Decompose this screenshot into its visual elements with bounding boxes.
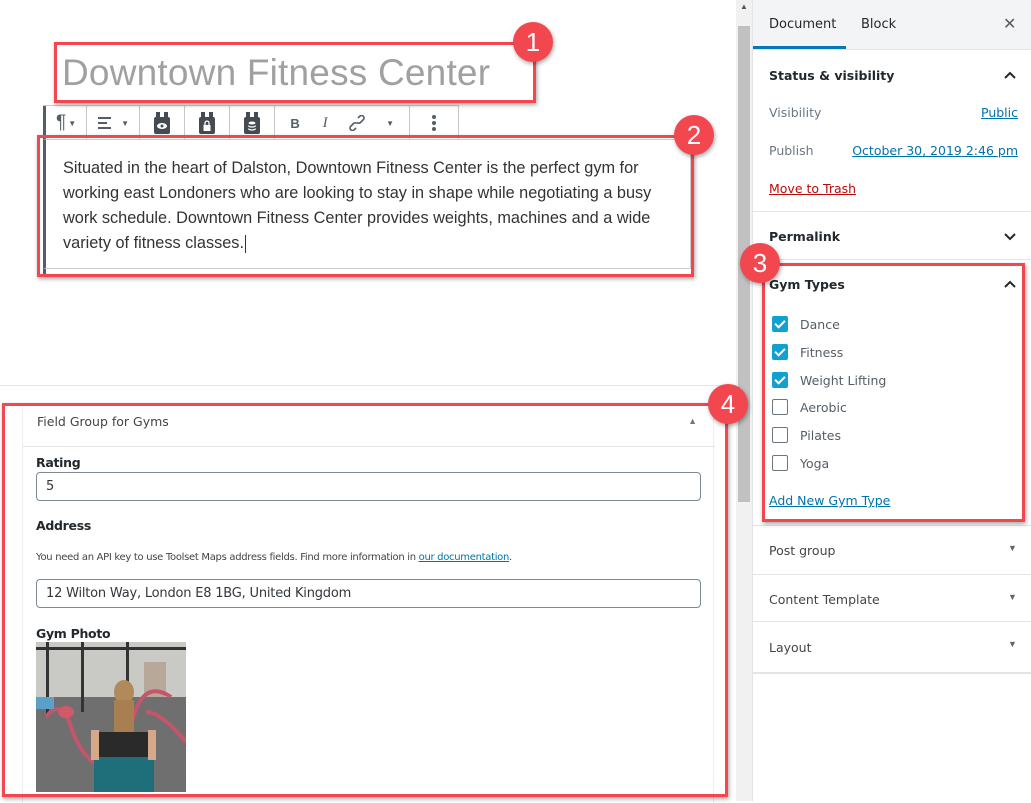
- caret-down-icon: ▼: [386, 118, 395, 128]
- visibility-label: Visibility: [769, 105, 822, 120]
- more-options-button[interactable]: [424, 109, 444, 137]
- caret-down-icon: ▼: [121, 118, 130, 128]
- chevron-down-icon[interactable]: [1003, 229, 1017, 243]
- toolset-database-icon: [243, 112, 261, 134]
- italic-button[interactable]: I: [315, 109, 335, 137]
- publish-date-link[interactable]: October 30, 2019 2:46 pm: [852, 143, 1018, 158]
- toolset-eye-icon: [153, 112, 171, 134]
- tab-block[interactable]: Block: [861, 17, 896, 32]
- annotation-box-3: [762, 263, 1025, 522]
- chevron-up-icon[interactable]: [1003, 68, 1017, 82]
- panel-status-visibility: Status & visibility Visibility Public Pu…: [753, 50, 1031, 212]
- more-formatting-button[interactable]: ▼: [379, 109, 399, 137]
- panel-permalink[interactable]: Permalink: [753, 212, 1031, 260]
- editor-divider: [0, 385, 736, 386]
- caret-down-icon: ▼: [68, 118, 77, 128]
- annotation-badge-2: 2: [674, 115, 714, 155]
- visibility-link[interactable]: Public: [981, 105, 1018, 120]
- layout-title[interactable]: Layout: [769, 640, 812, 655]
- paragraph-type-button[interactable]: ¶ ▼: [52, 109, 80, 137]
- annotation-badge-4: 4: [708, 384, 748, 424]
- tab-document[interactable]: Document: [769, 17, 836, 32]
- close-icon[interactable]: ✕: [1003, 14, 1016, 34]
- status-visibility-title[interactable]: Status & visibility: [769, 68, 894, 83]
- annotation-badge-3: 3: [740, 243, 780, 283]
- post-group-title[interactable]: Post group: [769, 543, 835, 558]
- align-left-icon: [98, 117, 112, 129]
- paragraph-icon: ¶: [56, 112, 67, 133]
- triangle-down-icon[interactable]: ▼: [1008, 543, 1017, 553]
- block-toolbar: ¶ ▼ ▼ B I ▼: [43, 105, 460, 276]
- annotation-box-4: [2, 403, 728, 797]
- vertical-ellipsis-icon: [432, 115, 437, 131]
- triangle-down-icon[interactable]: ▼: [1008, 592, 1017, 602]
- panel-content-template[interactable]: Content Template ▼: [753, 575, 1031, 622]
- italic-icon: I: [322, 114, 328, 131]
- toolset-access-button[interactable]: [194, 109, 220, 137]
- link-icon: [349, 115, 365, 131]
- triangle-down-icon[interactable]: ▼: [1008, 639, 1017, 649]
- annotation-box-1: [54, 42, 536, 103]
- panel-layout[interactable]: Layout ▼: [753, 622, 1031, 674]
- content-template-title[interactable]: Content Template: [769, 592, 880, 607]
- publish-label: Publish: [769, 143, 814, 158]
- toolset-fields-button[interactable]: [239, 109, 265, 137]
- permalink-title[interactable]: Permalink: [769, 229, 840, 244]
- scroll-up-icon[interactable]: ▲: [739, 2, 749, 12]
- align-button[interactable]: ▼: [93, 109, 133, 137]
- move-to-trash-link[interactable]: Move to Trash: [769, 181, 856, 196]
- sidebar-tabs: Document Block ✕: [753, 0, 1031, 50]
- toolset-view-button[interactable]: [149, 109, 175, 137]
- panel-post-group[interactable]: Post group ▼: [753, 526, 1031, 575]
- bold-button[interactable]: B: [285, 109, 305, 137]
- link-button[interactable]: [345, 109, 369, 137]
- active-tab-indicator: [753, 46, 846, 49]
- annotation-badge-1: 1: [513, 22, 553, 62]
- toolset-lock-icon: [198, 112, 216, 134]
- annotation-box-2: [37, 135, 694, 277]
- bold-icon: B: [290, 115, 300, 131]
